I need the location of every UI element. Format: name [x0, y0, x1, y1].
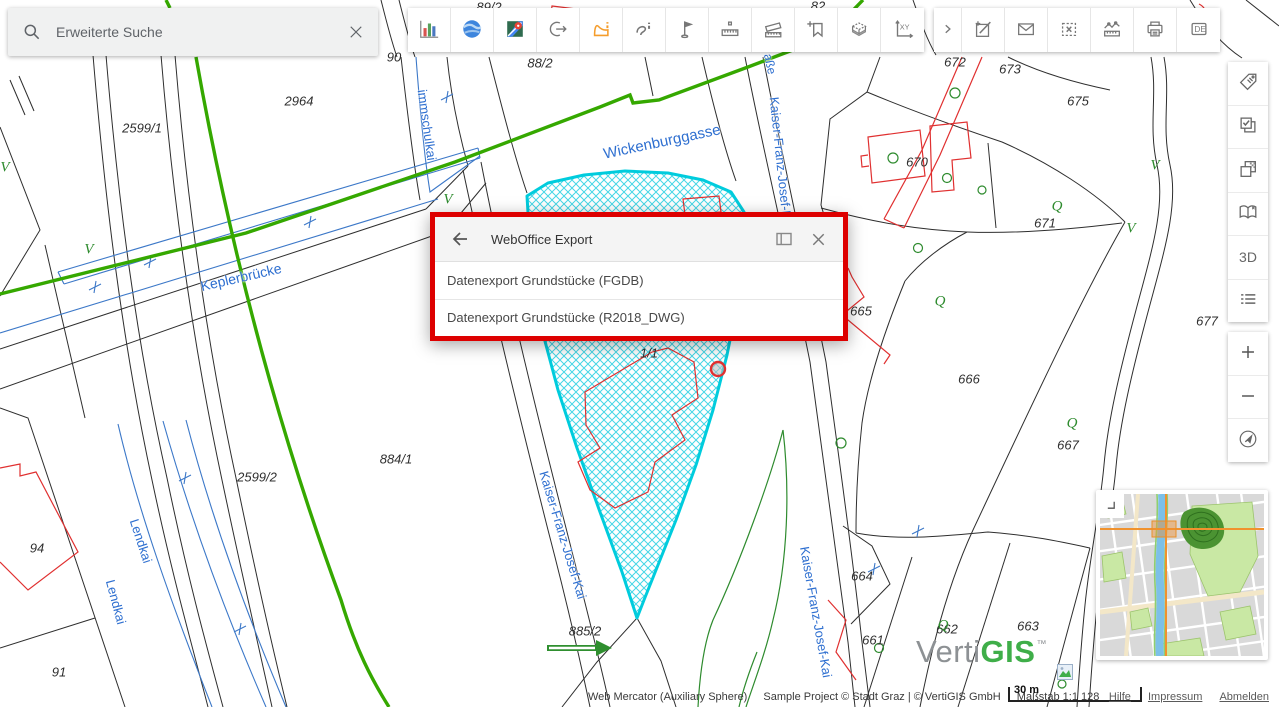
secondary-toolbar: DE	[934, 8, 1220, 52]
overview-minimap[interactable]	[1096, 490, 1268, 660]
printer-icon	[1144, 18, 1166, 43]
dialog-close-button[interactable]	[801, 222, 835, 256]
list-icon	[1237, 288, 1259, 313]
sidebar-item-3d[interactable]: 3D	[1228, 236, 1268, 280]
arrow-circle-icon	[547, 18, 569, 43]
language-de-icon: DE	[1188, 18, 1210, 43]
dialog-title: WebOffice Export	[491, 232, 592, 247]
search-icon	[22, 22, 42, 42]
help-link[interactable]: Hilfe	[1109, 691, 1131, 703]
bar-chart-icon	[418, 18, 440, 43]
scale-bar-label: 30 m	[1014, 684, 1039, 696]
flag-icon	[676, 18, 698, 43]
plus-icon	[1237, 341, 1259, 366]
bookmark-plus-icon	[805, 18, 827, 43]
minimap-canvas	[1100, 494, 1264, 656]
threed-label: 3D	[1239, 249, 1257, 265]
xy-axes-icon: XY	[892, 18, 914, 43]
impressum-link[interactable]: Impressum	[1148, 691, 1202, 703]
flow-arrow	[547, 640, 612, 656]
statistics-button[interactable]	[408, 8, 451, 52]
google-maps-button[interactable]	[494, 8, 537, 52]
area-ruler-icon	[762, 18, 784, 43]
globe-icon	[461, 18, 483, 43]
sidebar-item-basemap[interactable]	[1228, 149, 1268, 193]
sidebar-item-legend[interactable]	[1228, 193, 1268, 237]
layers-check-icon	[1237, 114, 1259, 139]
zoom-in-button[interactable]	[1228, 332, 1268, 376]
box-3d-icon	[848, 18, 870, 43]
expand-toolbar-button[interactable]	[934, 8, 962, 52]
zoom-out-button[interactable]	[1228, 376, 1268, 420]
area-info-button[interactable]	[580, 8, 623, 52]
sidebar-item-tags[interactable]	[1228, 62, 1268, 106]
watermark-gis: GIS	[981, 634, 1036, 670]
map-tools-sidebar: 3D	[1228, 62, 1268, 322]
tag-icon	[1237, 71, 1259, 96]
locate-arrow-icon	[1237, 428, 1259, 453]
svg-text:DE: DE	[1194, 25, 1206, 34]
language-button[interactable]: DE	[1177, 8, 1220, 52]
extrude-3d-button[interactable]	[838, 8, 881, 52]
line-info-button[interactable]	[623, 8, 666, 52]
watermark-verti: Verti	[916, 634, 981, 670]
deselect-icon	[1058, 18, 1080, 43]
export-option-fgdb[interactable]: Datenexport Grundstücke (FGDB)	[435, 262, 843, 299]
main-toolbar: XY	[408, 8, 924, 52]
redlining-button[interactable]	[962, 8, 1005, 52]
broken-image-icon	[1057, 652, 1073, 688]
svg-text:XY: XY	[899, 22, 909, 31]
send-mail-button[interactable]	[1005, 8, 1048, 52]
export-view-button[interactable]	[537, 8, 580, 52]
watermark-tm: ™	[1036, 639, 1047, 650]
minus-icon	[1237, 385, 1259, 410]
measure-distance-button[interactable]	[709, 8, 752, 52]
zoom-sidebar	[1228, 332, 1268, 462]
sidebar-item-themes[interactable]	[1228, 106, 1268, 150]
edit-square-icon	[972, 18, 994, 43]
weboffice-export-dialog: WebOffice Export Datenexport Grundstücke…	[430, 212, 848, 341]
profile-measure-button[interactable]	[1091, 8, 1134, 52]
transparency-squares-icon	[1237, 158, 1259, 183]
coordinates-button[interactable]: XY	[881, 8, 924, 52]
poi-marker	[711, 362, 725, 376]
polygon-info-icon	[590, 18, 612, 43]
search-clear-button[interactable]	[334, 10, 378, 54]
add-bookmark-button[interactable]	[795, 8, 838, 52]
chevron-right-icon	[939, 20, 957, 41]
water-lines	[0, 57, 924, 707]
clear-selection-button[interactable]	[1048, 8, 1091, 52]
google-earth-button[interactable]	[451, 8, 494, 52]
green-utility-lines	[0, 0, 863, 707]
logout-link[interactable]: Abmelden	[1219, 691, 1269, 703]
weboffice-app: 9088/289/28229642599/12599/2884/19491885…	[0, 0, 1279, 707]
flag-marker-button[interactable]	[666, 8, 709, 52]
profile-chart-icon	[1101, 18, 1123, 43]
search-input[interactable]	[54, 23, 334, 41]
search-bar	[8, 8, 378, 56]
export-option-dwg[interactable]: Datenexport Grundstücke (R2018_DWG)	[435, 299, 843, 337]
measure-area-button[interactable]	[752, 8, 795, 52]
map-canvas[interactable]	[0, 0, 1279, 707]
line-info-icon	[633, 18, 655, 43]
vegetation-lines	[698, 88, 1066, 707]
sidebar-item-overview[interactable]	[1228, 280, 1268, 323]
projection-label: Web Mercator (Auxiliary Sphere)	[588, 691, 747, 703]
locate-button[interactable]	[1228, 419, 1268, 462]
envelope-icon	[1015, 18, 1037, 43]
ruler-icon	[719, 18, 741, 43]
print-button[interactable]	[1134, 8, 1177, 52]
map-pin-icon	[504, 18, 526, 43]
dialog-back-button[interactable]	[443, 222, 477, 256]
dialog-dock-button[interactable]	[767, 222, 801, 256]
footer-links: Hilfe Impressum Abmelden	[1095, 691, 1269, 703]
open-book-icon	[1237, 201, 1259, 226]
dialog-header: WebOffice Export	[435, 217, 843, 262]
minimap-collapse-button[interactable]	[1098, 492, 1124, 518]
vertigis-watermark: VertiGIS™	[916, 634, 1073, 688]
attribution-label: Sample Project © Stadt Graz | © VertiGIS…	[763, 691, 1000, 703]
